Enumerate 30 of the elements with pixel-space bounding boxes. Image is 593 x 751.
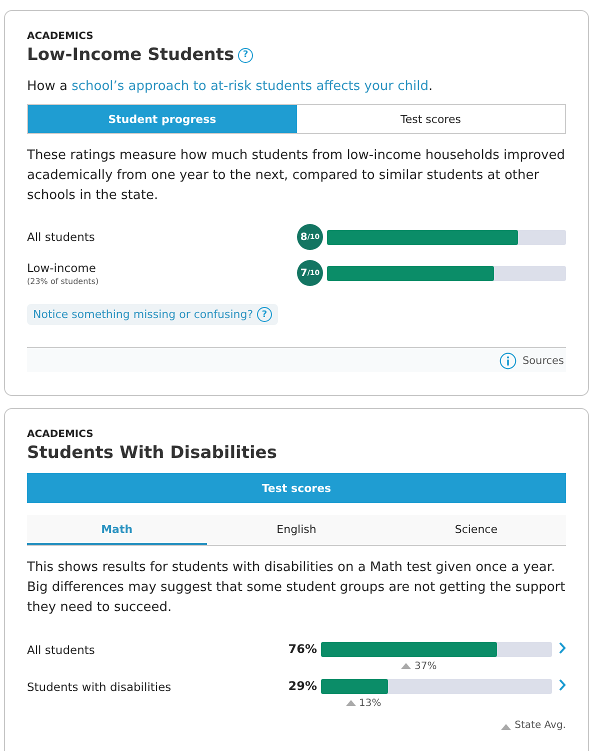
row-label: All students	[27, 642, 96, 657]
section-label: ACADEMICS	[27, 31, 94, 42]
sources-link[interactable]: Sources	[522, 355, 564, 367]
section-title: Students With Disabilities	[27, 443, 277, 463]
subject-tab[interactable]: Math	[27, 515, 207, 545]
intro-text: How a school’s approach to at-risk students affects your child.	[27, 79, 434, 94]
score-value: 29%	[287, 679, 317, 693]
intro-link[interactable]: school’s approach to at-risk students affects your child	[72, 79, 429, 94]
chevron-icon[interactable]	[558, 679, 566, 691]
score-value: 76%	[287, 642, 317, 656]
section-label: ACADEMICS	[27, 429, 94, 440]
feedback-link[interactable]: Notice something missing or confusing? ?	[27, 304, 278, 325]
subject-tab[interactable]: English	[206, 515, 386, 545]
state-average-value: 37%	[414, 661, 437, 672]
subject-tab[interactable]: Science	[386, 515, 566, 545]
row-label: Low-income	[27, 260, 97, 274]
help-icon[interactable]: ?	[238, 48, 254, 62]
legend-label: State Avg.	[514, 720, 566, 731]
description-text: This shows results for students with disabilities on a Math test given once a year. Big differences may suggest that some student groups are not getting the support they need to succeed.	[27, 559, 566, 617]
info-icon[interactable]	[499, 352, 518, 370]
section-title: Low-Income Students	[27, 45, 234, 65]
tab[interactable]: Test scores	[28, 474, 565, 502]
state-average-value: 13%	[359, 698, 382, 709]
tab[interactable]: Student progress	[28, 105, 296, 133]
row-note: (23% of students)	[27, 276, 100, 286]
triangle-icon	[500, 724, 511, 730]
chevron-icon[interactable]	[558, 642, 566, 654]
row-label: All students	[27, 230, 96, 244]
description-text: These ratings measure how much students from low-income households improved academically from one year to the next, compared to similar students at other schools in the state.	[27, 147, 566, 205]
row-label: Students with disabilities	[27, 679, 172, 694]
